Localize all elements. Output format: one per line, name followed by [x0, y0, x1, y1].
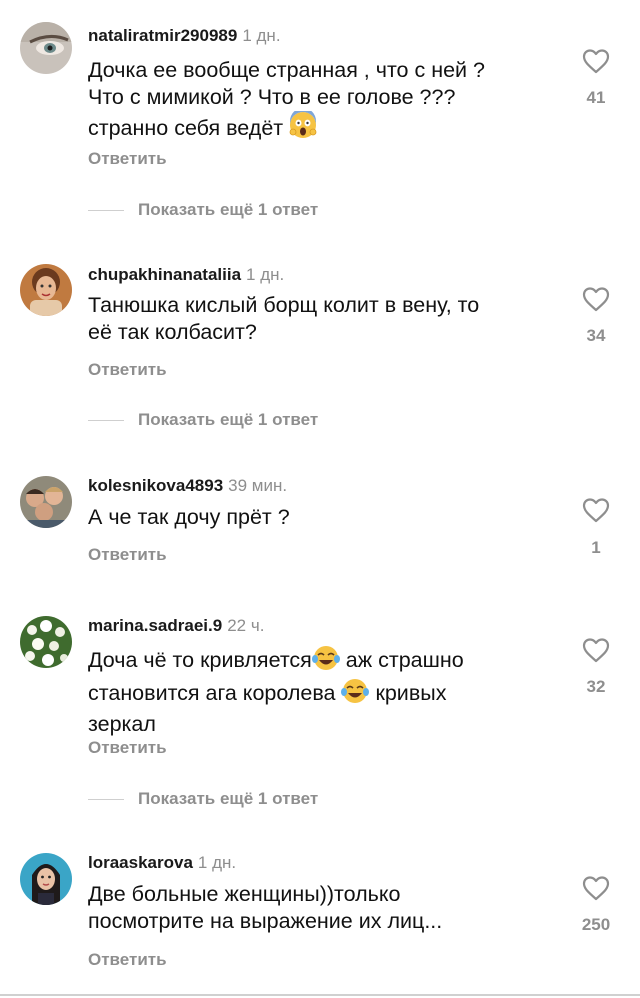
like-control: 41: [576, 48, 616, 108]
like-count: 1: [591, 538, 601, 557]
comment-meta: chupakhinanataliia 1 дн.: [88, 265, 284, 285]
reply-button[interactable]: Ответить: [88, 950, 167, 970]
comment-item: chupakhinanataliia 1 дн. Танюшка кислый б…: [0, 240, 640, 445]
comment-item: loraaskarova 1 дн. Две больные женщины))т…: [0, 835, 640, 995]
avatar[interactable]: [20, 264, 72, 316]
like-count: 32: [586, 677, 606, 696]
bottom-divider: [0, 994, 640, 996]
comment-item: kolesnikova4893 39 мин. А че так дочу прё…: [0, 445, 640, 605]
like-control: 1: [576, 497, 616, 558]
heart-outline-icon[interactable]: [582, 497, 610, 523]
username[interactable]: nataliratmir290989: [88, 26, 237, 45]
divider-line: [88, 799, 124, 801]
divider-line: [88, 420, 124, 422]
tears-of-joy-emoji: [311, 645, 340, 678]
username[interactable]: kolesnikova4893: [88, 476, 223, 495]
comment-text-line: Две больные женщины))только: [88, 882, 401, 906]
like-control: 34: [576, 286, 616, 346]
avatar[interactable]: [20, 853, 72, 905]
like-count: 41: [586, 88, 606, 107]
like-count: 34: [586, 326, 606, 345]
comment-text-line: Что с мимикой ? Что в ее голове ???: [88, 85, 456, 109]
comment-text-segment: становится ага королева: [88, 681, 342, 705]
avatar[interactable]: [20, 476, 72, 528]
comment-text: А че так дочу прёт ?: [88, 504, 558, 531]
comment-meta: loraaskarova 1 дн.: [88, 853, 236, 873]
heart-outline-icon[interactable]: [582, 637, 610, 663]
comment-meta: kolesnikova4893 39 мин.: [88, 476, 287, 496]
username[interactable]: loraaskarova: [88, 853, 193, 872]
heart-outline-icon[interactable]: [582, 48, 610, 74]
comment-text: Дочка ее вообще странная , что с ней ? Ч…: [88, 57, 558, 146]
heart-outline-icon[interactable]: [582, 286, 610, 312]
comment-text-segment: аж страшно: [339, 648, 464, 672]
timestamp: 39 мин.: [228, 476, 288, 495]
view-replies-button[interactable]: Показать ещё 1 ответ: [88, 789, 318, 809]
comment-text-line: Доча чё то кривляется аж страшно: [88, 645, 558, 678]
comment-text-segment: кривых: [369, 681, 447, 705]
screaming-face-emoji: [289, 108, 317, 146]
timestamp: 1 дн.: [242, 26, 281, 45]
comment-text: Танюшка кислый борщ колит в вену, то её …: [88, 292, 558, 346]
tears-of-joy-emoji: [341, 678, 370, 711]
comment-text-line: зеркал: [88, 712, 156, 736]
like-control: 32: [576, 637, 616, 697]
reply-button[interactable]: Ответить: [88, 545, 167, 565]
comment-text-line: А че так дочу прёт ?: [88, 505, 290, 529]
avatar[interactable]: [20, 22, 72, 74]
comment-text-line: странно себя ведёт: [88, 108, 558, 146]
view-replies-label: Показать ещё 1 ответ: [138, 789, 319, 808]
comment-text: Доча чё то кривляется аж страшно станови…: [88, 645, 558, 738]
timestamp: 22 ч.: [227, 616, 265, 635]
reply-button[interactable]: Ответить: [88, 360, 167, 380]
reply-button[interactable]: Ответить: [88, 149, 167, 169]
comment-text-segment: Доча чё то кривляется: [88, 648, 312, 672]
avatar[interactable]: [20, 616, 72, 668]
like-count: 250: [581, 915, 611, 934]
timestamp: 1 дн.: [246, 265, 285, 284]
like-control: 250: [568, 875, 624, 935]
comment-text-line: её так колбасит?: [88, 320, 257, 344]
view-replies-button[interactable]: Показать ещё 1 ответ: [88, 410, 318, 430]
reply-button[interactable]: Ответить: [88, 738, 167, 758]
heart-outline-icon[interactable]: [582, 875, 610, 901]
comment-text: Две больные женщины))только посмотрите н…: [88, 881, 558, 935]
username[interactable]: chupakhinanataliia: [88, 265, 241, 284]
view-replies-label: Показать ещё 1 ответ: [138, 410, 319, 429]
view-replies-button[interactable]: Показать ещё 1 ответ: [88, 200, 318, 220]
view-replies-label: Показать ещё 1 ответ: [138, 200, 319, 219]
comment-item: marina.sadraei.9 22 ч. Доча чё то кривляе…: [0, 605, 640, 835]
comment-meta: marina.sadraei.9 22 ч.: [88, 616, 264, 636]
comment-text-line: Дочка ее вообще странная , что с ней ?: [88, 58, 485, 82]
comment-text-line: посмотрите на выражение их лиц...: [88, 909, 443, 933]
username[interactable]: marina.sadraei.9: [88, 616, 222, 635]
timestamp: 1 дн.: [197, 853, 237, 872]
comment-text-line: Танюшка кислый борщ колит в вену, то: [88, 293, 480, 317]
divider-line: [88, 210, 124, 212]
comment-meta: nataliratmir290989 1 дн.: [88, 26, 281, 46]
comment-item: nataliratmir290989 1 дн. Дочка ее вообще …: [0, 0, 640, 240]
comment-text-segment: странно себя ведёт: [88, 116, 284, 140]
comment-text-line: становится ага королева кривых: [88, 678, 558, 711]
